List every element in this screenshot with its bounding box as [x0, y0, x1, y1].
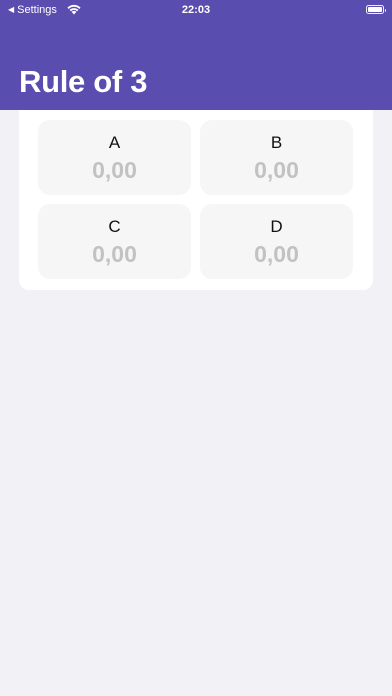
field-a-input[interactable]: 0,00: [38, 156, 191, 184]
rule-of-three-card: A 0,00 B 0,00 C 0,00 D 0,00: [19, 110, 373, 290]
field-c-label: C: [108, 217, 121, 236]
field-a[interactable]: A 0,00: [38, 120, 191, 195]
page-title: Rule of 3: [19, 64, 148, 99]
status-bar: ◀ Settings 22:03: [0, 0, 392, 22]
status-time: 22:03: [181, 4, 211, 16]
battery-nub: [384, 8, 386, 12]
field-d[interactable]: D 0,00: [200, 204, 353, 279]
field-c[interactable]: C 0,00: [38, 204, 191, 279]
field-d-label: D: [270, 217, 283, 236]
nav-header: ◀ Settings 22:03 Rule of 3: [0, 0, 392, 110]
battery-icon: [366, 5, 386, 14]
field-d-input[interactable]: 0,00: [200, 240, 353, 268]
battery-level: [368, 7, 382, 12]
field-b-input[interactable]: 0,00: [200, 156, 353, 184]
field-a-label: A: [108, 133, 121, 152]
field-c-input[interactable]: 0,00: [38, 240, 191, 268]
field-b[interactable]: B 0,00: [200, 120, 353, 195]
field-b-label: B: [270, 133, 283, 152]
